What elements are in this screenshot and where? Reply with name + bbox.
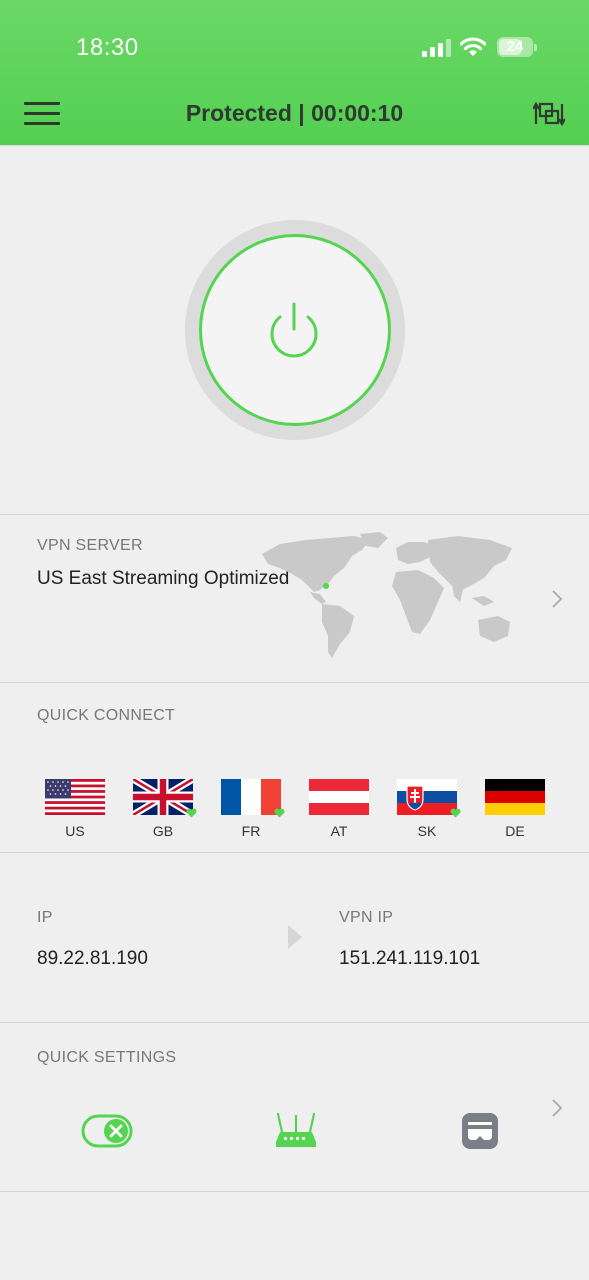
divider bbox=[0, 852, 589, 853]
wifi-icon bbox=[460, 37, 486, 56]
quick-connect-de-label: DE bbox=[505, 823, 525, 839]
switch-server-icon[interactable] bbox=[533, 100, 565, 128]
vpn-server-chevron-icon bbox=[552, 590, 563, 608]
quick-connect-fr-label: FR bbox=[241, 823, 261, 839]
status-time: 18:30 bbox=[76, 34, 139, 61]
world-map-icon bbox=[262, 532, 512, 658]
quick-connect-us-label: US bbox=[65, 823, 85, 839]
connection-status-title: Protected | 00:00:10 bbox=[185, 100, 404, 126]
kill-switch-icon[interactable] bbox=[81, 1114, 133, 1148]
favorite-heart-icon bbox=[450, 808, 461, 818]
vpn-ip-value: 151.241.119.101 bbox=[339, 948, 481, 969]
divider bbox=[0, 1191, 589, 1192]
ip-label: IP bbox=[37, 909, 53, 926]
divider bbox=[0, 1022, 589, 1023]
quick-connect-sk-label: SK bbox=[417, 823, 437, 839]
ip-value: 89.22.81.190 bbox=[37, 948, 148, 969]
quick-settings-label: QUICK SETTINGS bbox=[37, 1049, 177, 1066]
battery-level: 24 bbox=[506, 38, 524, 55]
battery-icon: 24 bbox=[497, 37, 537, 57]
vpn-ip-label: VPN IP bbox=[339, 909, 394, 926]
quick-connect-at-label: AT bbox=[330, 823, 348, 839]
arrow-right-icon bbox=[288, 925, 302, 949]
favorite-heart-icon bbox=[274, 808, 285, 818]
sk-flag-icon bbox=[397, 779, 457, 815]
us-flag-icon bbox=[45, 779, 105, 815]
quick-connect-label: QUICK CONNECT bbox=[37, 707, 176, 724]
vpn-server-name: US East Streaming Optimized bbox=[37, 568, 290, 589]
quick-connect-sk[interactable] bbox=[397, 779, 461, 818]
app-header: 18:30 24 Protected | 00:00:10 bbox=[0, 0, 589, 146]
vpn-server-label: VPN SERVER bbox=[37, 537, 143, 554]
quick-settings-chevron-icon[interactable] bbox=[550, 1097, 564, 1119]
quick-connect-gb-label: GB bbox=[152, 823, 174, 839]
de-flag-icon bbox=[485, 779, 545, 815]
quick-connect-gb[interactable] bbox=[133, 779, 197, 818]
quick-connect-fr[interactable] bbox=[221, 779, 285, 818]
quick-connect-at[interactable] bbox=[309, 779, 369, 815]
favorite-heart-icon bbox=[186, 808, 197, 818]
at-flag-icon bbox=[309, 779, 369, 815]
stealth-mask-icon[interactable] bbox=[461, 1112, 499, 1150]
cellular-signal-icon bbox=[422, 39, 451, 57]
router-icon[interactable] bbox=[274, 1112, 318, 1150]
gb-flag-icon bbox=[133, 779, 193, 815]
quick-connect-us[interactable] bbox=[45, 779, 105, 815]
power-icon bbox=[270, 302, 318, 358]
divider bbox=[0, 682, 589, 683]
fr-flag-icon bbox=[221, 779, 281, 815]
quick-connect-de[interactable] bbox=[485, 779, 545, 815]
